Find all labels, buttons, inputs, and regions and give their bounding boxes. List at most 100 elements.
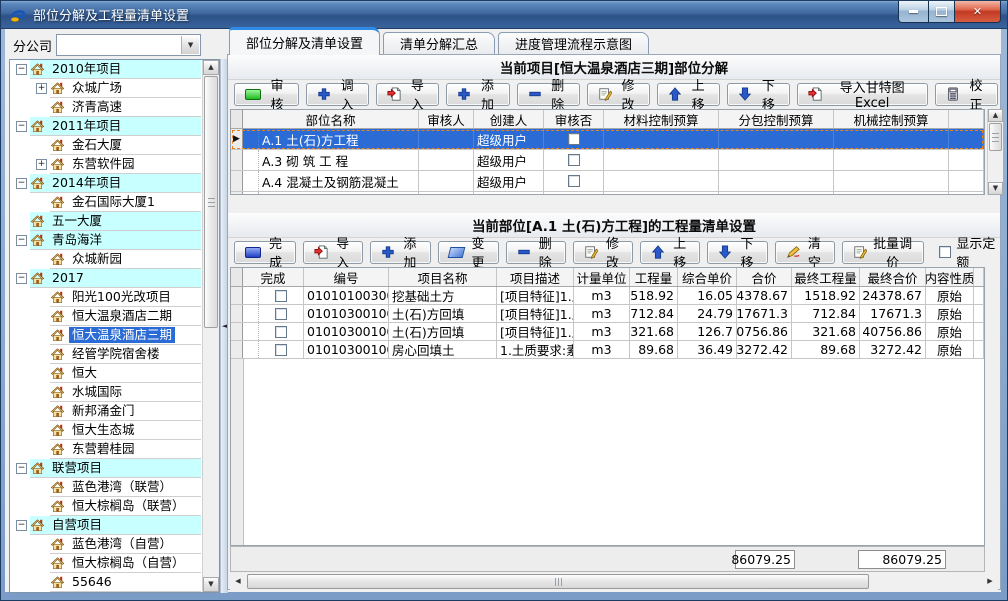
horizontal-scrollbar-thumb[interactable] (247, 574, 869, 589)
move-down-button[interactable]: 下移 (727, 83, 790, 106)
move-down-button[interactable]: 下移 (707, 241, 767, 264)
tree-item[interactable]: 恒大棕榈岛（联营） (10, 497, 203, 516)
table-row[interactable]: 010103001001土(石)方回填[项目特征]1.土m3712.8424.7… (231, 305, 984, 323)
table-row[interactable]: 010101003001挖基础土方[项目特征]1.土m31518.9216.05… (231, 287, 984, 305)
scrollbar-thumb[interactable] (989, 123, 1002, 151)
tree-item[interactable]: 蓝色港湾（联营） (10, 478, 203, 497)
audited-checkbox[interactable] (568, 154, 580, 166)
clear-button[interactable]: 清空 (775, 241, 835, 264)
done-checkbox[interactable] (275, 344, 287, 356)
tree-item[interactable]: 阳光100光改项目 (10, 288, 203, 307)
scroll-down-button[interactable]: ▼ (988, 182, 1003, 195)
import-button[interactable]: 导入 (303, 241, 363, 264)
tree-item[interactable]: 金石国际大厦1 (10, 193, 203, 212)
tree-expand-toggle[interactable]: − (16, 178, 27, 189)
table-row[interactable]: A.4 混凝土及钢筋混凝土超级用户 (231, 171, 984, 192)
row-selector[interactable] (231, 305, 243, 322)
row-selector[interactable] (231, 341, 243, 358)
tree-item[interactable]: 恒大温泉酒店二期 (10, 307, 203, 326)
tree-item[interactable]: 水城国际 (10, 383, 203, 402)
tree-expand-toggle[interactable]: + (36, 159, 47, 170)
import-gantt-excel-button[interactable]: 导入甘特图Excel (797, 83, 927, 106)
tree-item[interactable]: −青岛海洋 (10, 231, 203, 250)
table-row[interactable]: A.7 屋面及防水工程超级用户 (231, 192, 984, 195)
tab-progress-flow[interactable]: 进度管理流程示意图 (498, 32, 649, 54)
tree-item[interactable]: 恒大 (10, 364, 203, 383)
call-in-button[interactable]: 调入 (306, 83, 369, 106)
tree-item[interactable]: −联营项目 (10, 459, 203, 478)
tree-item[interactable]: +众城广场 (10, 79, 203, 98)
horizontal-scrollbar[interactable]: ◀ ▶ (230, 573, 998, 590)
maximize-button[interactable] (929, 1, 955, 22)
table-row[interactable]: 010103001002土(石)方回填[项目特征]1.土m3321.68126.… (231, 323, 984, 341)
scroll-up-button[interactable]: ▲ (203, 60, 219, 75)
tree-item[interactable]: 五一大厦 (10, 212, 203, 231)
scroll-up-button[interactable]: ▲ (988, 109, 1003, 122)
parts-table-scrollbar[interactable]: ▲ ▼ (987, 109, 1003, 195)
tree-expand-toggle[interactable]: − (16, 463, 27, 474)
tab-list-summary[interactable]: 清单分解汇总 (383, 32, 495, 54)
tree-item[interactable]: 金石大厦 (10, 136, 203, 155)
move-up-button[interactable]: 上移 (640, 241, 700, 264)
done-checkbox[interactable] (275, 326, 287, 338)
scroll-left-button[interactable]: ◀ (230, 573, 246, 590)
tree-item[interactable]: 济青高速 (10, 98, 203, 117)
tree-expand-toggle[interactable]: − (16, 235, 27, 246)
correct-button[interactable]: 校正 (935, 83, 998, 106)
tree-item[interactable]: 恒大温泉酒店三期 (10, 326, 203, 345)
tree-expand-toggle[interactable]: + (36, 83, 47, 94)
tree-item[interactable]: 众城新园 (10, 250, 203, 269)
tree-scrollbar[interactable]: ▲ ▼ (202, 60, 219, 592)
done-checkbox[interactable] (275, 290, 287, 302)
show-quota-checkbox[interactable] (939, 246, 951, 258)
move-up-button[interactable]: 上移 (657, 83, 720, 106)
minimize-button[interactable] (899, 1, 929, 22)
tree-expand-toggle[interactable]: − (16, 273, 27, 284)
done-checkbox[interactable] (275, 308, 287, 320)
audited-checkbox[interactable] (568, 175, 580, 187)
branch-office-select[interactable]: ▼ (56, 34, 201, 56)
import-button[interactable]: 导入 (376, 83, 439, 106)
scroll-right-button[interactable]: ▶ (982, 573, 998, 590)
tree-item[interactable]: −2014年项目 (10, 174, 203, 193)
row-selector[interactable] (231, 150, 243, 170)
row-selector[interactable] (231, 171, 243, 191)
tree-item[interactable]: 恒大生态城 (10, 421, 203, 440)
audit-button[interactable]: 审核 (234, 83, 299, 106)
tree-expand-toggle[interactable]: − (16, 64, 27, 75)
add-button[interactable]: 添加 (446, 83, 509, 106)
table-row[interactable]: 010103001003房心回填土1.土质要求:素m389.6836.49327… (231, 341, 984, 359)
tree-expand-toggle[interactable]: − (16, 520, 27, 531)
tree-item[interactable]: 蓝色港湾（自营） (10, 535, 203, 554)
table-row[interactable]: A.3 砌 筑 工 程超级用户 (231, 150, 984, 171)
row-selector[interactable] (231, 287, 243, 304)
tree-item[interactable]: −2010年项目 (10, 60, 203, 79)
tree-item[interactable]: +东营软件园 (10, 155, 203, 174)
scroll-down-button[interactable]: ▼ (203, 577, 219, 592)
row-selector[interactable] (231, 323, 243, 340)
tree-item[interactable]: −2017 (10, 269, 203, 288)
tree-expand-toggle[interactable]: − (16, 121, 27, 132)
delete-button[interactable]: 删除 (506, 241, 566, 264)
batch-price-button[interactable]: 批量调价 (842, 241, 924, 264)
modify-button[interactable]: 修改 (573, 241, 633, 264)
delete-button[interactable]: 删除 (517, 83, 580, 106)
tree-item[interactable]: 新邦涌金门 (10, 402, 203, 421)
tree-scrollbar-thumb[interactable] (204, 76, 218, 328)
row-selector[interactable]: ▶ (231, 129, 243, 149)
audited-checkbox[interactable] (568, 133, 580, 145)
tree-item[interactable]: 55646 (10, 573, 203, 592)
tab-parts-breakdown[interactable]: 部位分解及清单设置 (229, 27, 380, 55)
table-row[interactable]: ▶A.1 土(石)方工程超级用户 (231, 129, 984, 150)
complete-button[interactable]: 完成 (234, 241, 296, 264)
dropdown-button[interactable]: ▼ (181, 36, 199, 54)
row-selector[interactable] (231, 192, 243, 195)
close-button[interactable]: ✕ (955, 1, 1000, 22)
tree-item[interactable]: −2011年项目 (10, 117, 203, 136)
tree-item[interactable]: 恒大棕榈岛（自营） (10, 554, 203, 573)
tree-item[interactable]: 东营碧桂园 (10, 440, 203, 459)
tree-item[interactable]: −自营项目 (10, 516, 203, 535)
change-button[interactable]: 变更 (438, 241, 499, 264)
modify-button[interactable]: 修改 (587, 83, 650, 106)
tree-item[interactable]: 经管学院宿舍楼 (10, 345, 203, 364)
